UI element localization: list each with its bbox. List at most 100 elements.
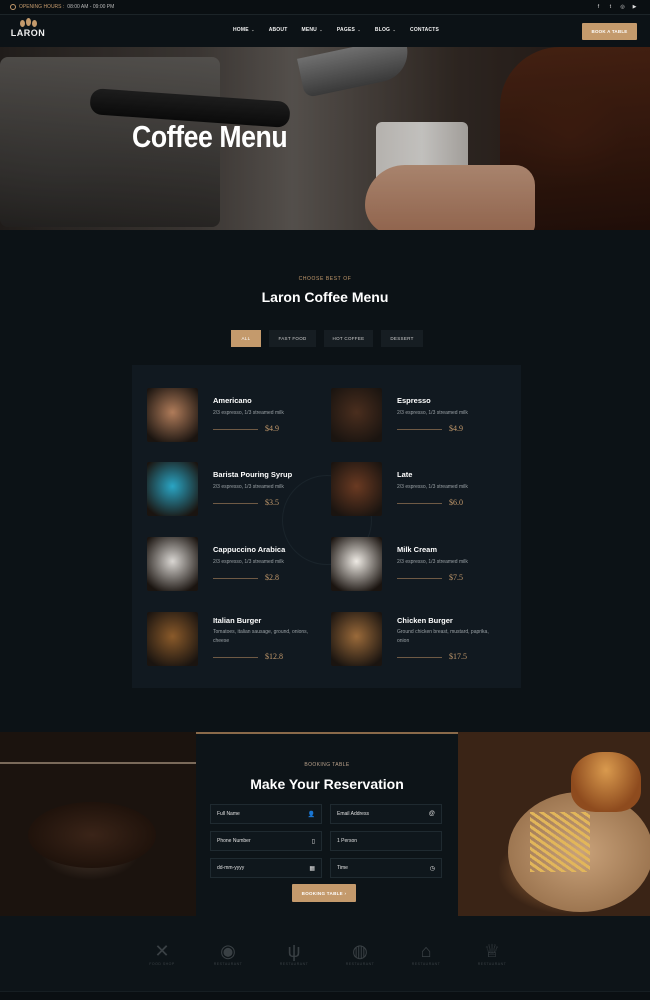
logo-mark: ♕ [483, 941, 501, 961]
nav-menu: HOME ⌄ ABOUT MENU ⌄ PAGES ⌄ BLOG ⌄ CONTA… [233, 27, 439, 33]
phone-field[interactable]: Phone Number ▯ [210, 831, 322, 851]
chevron-down-icon: ⌄ [249, 27, 255, 32]
dish-price: $2.8 [265, 573, 279, 582]
filter-tab-dessert[interactable]: DESSERT [381, 330, 423, 347]
nav-item-label: PAGES [336, 27, 356, 33]
reservation-subtitle: BOOKING TABLE [304, 762, 350, 768]
dish-image [147, 388, 198, 442]
price-divider [213, 429, 258, 430]
price-divider [213, 503, 258, 504]
dish-description: 2/3 espresso, 1/3 streamed milk [213, 410, 284, 416]
filter-tab-fast-food[interactable]: FAST FOOD [269, 330, 316, 347]
logo-label: FOOD SHOP [149, 962, 175, 966]
date-field[interactable]: dd-mm-yyyy ▦ [210, 858, 322, 878]
calendar-icon: ▦ [309, 865, 315, 872]
reservation-form: BOOKING TABLE Make Your Reservation Full… [196, 732, 458, 916]
menu-item[interactable]: Italian Burger Tomatoes, italian sausage… [147, 612, 332, 668]
logo-mark: ◉ [220, 941, 236, 961]
main-navigation: LARON HOME ⌄ ABOUT MENU ⌄ PAGES ⌄ BLOG ⌄… [0, 15, 650, 47]
nav-item-contacts[interactable]: CONTACTS [410, 27, 439, 33]
nav-item-label: MENU [301, 27, 317, 33]
menu-item[interactable]: Cappuccino Arabica 2/3 espresso, 1/3 str… [147, 537, 332, 593]
nav-item-label: ABOUT [268, 27, 288, 33]
round-restaurant-logo: ◉ RESTAURANT [206, 936, 250, 972]
grilled-burger-image [0, 732, 196, 916]
nav-item-home[interactable]: HOME ⌄ [233, 27, 255, 33]
dish-image [331, 537, 382, 591]
email-field[interactable]: Email Address @ [330, 804, 442, 824]
full-name-field[interactable]: Full Name 👤 [210, 804, 322, 824]
dish-name: Americano [213, 396, 252, 405]
nav-item-about[interactable]: ABOUT [269, 27, 288, 33]
guests-select[interactable]: 1 Person [330, 831, 442, 851]
field-placeholder: Time [337, 865, 348, 871]
logo-mark: ⌂ [420, 941, 432, 961]
field-placeholder: Email Address [337, 811, 369, 817]
menu-item[interactable]: Milk Cream 2/3 espresso, 1/3 streamed mi… [331, 537, 516, 593]
dish-description: 2/3 espresso, 1/3 streamed milk [213, 484, 284, 490]
dish-image [331, 388, 382, 442]
menu-item[interactable]: Barista Pouring Syrup 2/3 espresso, 1/3 … [147, 462, 332, 518]
dish-description: Tomatoes, italian sausage, ground, onion… [213, 629, 309, 644]
social-links: f t ◎ ▶ [595, 4, 638, 10]
hero-banner: Coffee Menu [0, 47, 650, 230]
dish-name: Chicken Burger [397, 616, 453, 625]
time-field[interactable]: Time ◷ [330, 858, 442, 878]
clock-icon: ◷ [429, 865, 435, 872]
menu-item[interactable]: Late 2/3 espresso, 1/3 streamed milk $6.… [331, 462, 516, 518]
price-divider [397, 578, 442, 579]
reservation-title: Make Your Reservation [250, 776, 404, 792]
chevron-down-icon: ⌄ [356, 27, 361, 32]
field-placeholder: dd-mm-yyyy [217, 865, 245, 871]
logo-label: RESTAURANT [411, 962, 441, 966]
nav-item-pages[interactable]: PAGES ⌄ [337, 27, 361, 33]
dish-name: Cappuccino Arabica [213, 545, 286, 554]
dish-description: 2/3 espresso, 1/3 streamed milk [397, 410, 468, 416]
filter-tab-all[interactable]: ALL [231, 330, 261, 347]
menu-item[interactable]: Espresso 2/3 espresso, 1/3 streamed milk… [331, 388, 516, 444]
field-placeholder: Phone Number [217, 838, 251, 844]
youtube-icon[interactable]: ▶ [631, 4, 638, 10]
fries [530, 812, 590, 872]
burger-fries-image [458, 732, 650, 916]
twitter-icon[interactable]: t [607, 4, 614, 10]
nav-item-label: HOME [233, 27, 249, 33]
chef-hat-restaurant-logo: ♕ RESTAURANT [470, 936, 514, 972]
menu-item[interactable]: Chicken Burger Ground chicken breast, mu… [331, 612, 516, 668]
filter-tab-hot-coffee[interactable]: HOT COFFEE [324, 330, 373, 347]
phone-icon: ▯ [311, 838, 315, 845]
at-icon: @ [428, 811, 435, 817]
dish-description: Ground chicken breast, mustard, paprika,… [397, 629, 489, 644]
nav-item-blog[interactable]: BLOG ⌄ [375, 27, 396, 33]
nav-item-label: BLOG [374, 27, 391, 33]
logo[interactable]: LARON [10, 18, 46, 44]
burger [571, 752, 641, 812]
grill-rack [0, 762, 196, 764]
partner-logos: ✕ FOOD SHOP ◉ RESTAURANT ψ RESTAURANT ◍ … [0, 916, 650, 991]
field-placeholder: 1 Person [337, 838, 358, 844]
dish-image [331, 462, 382, 516]
logo-label: RESTAURANT [279, 962, 309, 966]
dish-description: 2/3 espresso, 1/3 streamed milk [397, 559, 468, 565]
cloche-restaurant-logo: ⌂ RESTAURANT [404, 936, 448, 972]
plate-restaurant-logo: ◍ RESTAURANT [338, 936, 382, 972]
dish-image [147, 537, 198, 591]
book-a-table-button[interactable]: BOOK A TABLE [582, 23, 637, 40]
dish-name: Espresso [397, 396, 431, 405]
menu-item[interactable]: Americano 2/3 espresso, 1/3 streamed mil… [147, 388, 332, 444]
menu-filter-tabs: ALL FAST FOOD HOT COFFEE DESSERT [231, 330, 423, 347]
nav-item-menu[interactable]: MENU ⌄ [301, 27, 322, 33]
opening-hours: OPENING HOURS : 08:00 AM - 09:00 PM [10, 4, 114, 10]
logo-mark: ✕ [154, 941, 170, 961]
dish-name: Italian Burger [213, 616, 262, 625]
instagram-icon[interactable]: ◎ [619, 4, 626, 10]
booking-table-button[interactable]: BOOKING TABLE › [292, 884, 356, 902]
dish-price: $17.5 [449, 652, 467, 661]
price-divider [397, 503, 442, 504]
facebook-icon[interactable]: f [595, 4, 602, 10]
burger-patty [28, 802, 156, 868]
crossed-utensils-logo: ✕ FOOD SHOP [140, 936, 184, 972]
price-divider [397, 429, 442, 430]
price-divider [397, 657, 442, 658]
top-info-bar: OPENING HOURS : 08:00 AM - 09:00 PM f t … [0, 0, 650, 15]
